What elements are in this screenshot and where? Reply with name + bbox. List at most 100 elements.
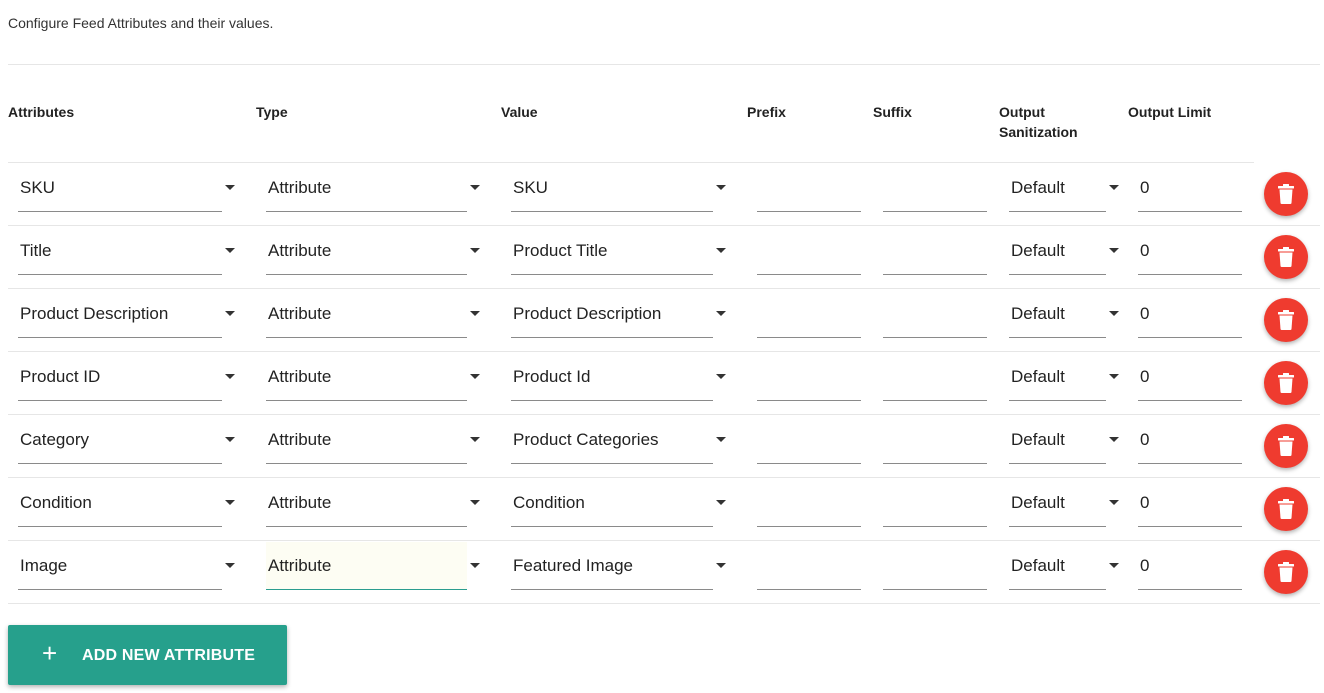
table-row: Image Attribute Featured Image Default 0 xyxy=(8,540,1320,603)
suffix-input[interactable] xyxy=(883,542,987,590)
dropdown-arrow-icon[interactable] xyxy=(225,185,235,190)
output-limit-input[interactable]: 0 xyxy=(1138,290,1242,338)
delete-row-button[interactable] xyxy=(1264,361,1308,405)
row-divider xyxy=(8,162,1254,163)
prefix-input[interactable] xyxy=(757,416,861,464)
type-select-value: Attribute xyxy=(268,304,332,323)
type-select-value: Attribute xyxy=(268,178,332,197)
sanitization-select[interactable]: Default xyxy=(1009,353,1119,401)
suffix-input[interactable] xyxy=(883,479,987,527)
output-limit-input[interactable]: 0 xyxy=(1138,416,1242,464)
sanitization-select[interactable]: Default xyxy=(1009,479,1119,527)
prefix-input[interactable] xyxy=(757,227,861,275)
sanitization-select-value: Default xyxy=(1011,556,1065,575)
dropdown-arrow-icon[interactable] xyxy=(716,185,726,190)
dropdown-arrow-icon[interactable] xyxy=(1109,563,1119,568)
dropdown-arrow-icon[interactable] xyxy=(470,437,480,442)
dropdown-arrow-icon[interactable] xyxy=(716,374,726,379)
dropdown-arrow-icon[interactable] xyxy=(1109,374,1119,379)
sanitization-select[interactable]: Default xyxy=(1009,290,1119,338)
sanitization-select[interactable]: Default xyxy=(1009,164,1119,212)
dropdown-arrow-icon[interactable] xyxy=(1109,500,1119,505)
trash-icon xyxy=(1278,184,1294,204)
suffix-input[interactable] xyxy=(883,227,987,275)
dropdown-arrow-icon[interactable] xyxy=(1109,248,1119,253)
prefix-input[interactable] xyxy=(757,290,861,338)
type-select[interactable]: Attribute xyxy=(266,416,480,464)
add-new-attribute-button[interactable]: + ADD NEW ATTRIBUTE xyxy=(8,625,287,685)
attribute-select-value: SKU xyxy=(20,178,55,197)
delete-row-button[interactable] xyxy=(1264,172,1308,216)
sanitization-select[interactable]: Default xyxy=(1009,227,1119,275)
sanitization-select-value: Default xyxy=(1011,241,1065,260)
output-limit-input[interactable]: 0 xyxy=(1138,164,1242,212)
dropdown-arrow-icon[interactable] xyxy=(225,437,235,442)
attribute-select[interactable]: SKU xyxy=(18,164,235,212)
value-select[interactable]: Product Title xyxy=(511,227,726,275)
dropdown-arrow-icon[interactable] xyxy=(470,311,480,316)
attribute-select[interactable]: Category xyxy=(18,416,235,464)
dropdown-arrow-icon[interactable] xyxy=(225,311,235,316)
value-select-value: Product Categories xyxy=(513,430,659,449)
trash-icon xyxy=(1278,562,1294,582)
dropdown-arrow-icon[interactable] xyxy=(1109,311,1119,316)
output-limit-input[interactable]: 0 xyxy=(1138,542,1242,590)
attribute-select[interactable]: Title xyxy=(18,227,235,275)
delete-row-button[interactable] xyxy=(1264,487,1308,531)
output-limit-input[interactable]: 0 xyxy=(1138,353,1242,401)
delete-row-button[interactable] xyxy=(1264,424,1308,468)
trash-icon xyxy=(1278,247,1294,267)
output-limit-input-value: 0 xyxy=(1140,493,1150,512)
dropdown-arrow-icon[interactable] xyxy=(716,437,726,442)
output-limit-input[interactable]: 0 xyxy=(1138,227,1242,275)
prefix-input[interactable] xyxy=(757,479,861,527)
attribute-select-value: Condition xyxy=(20,493,92,512)
dropdown-arrow-icon[interactable] xyxy=(1109,437,1119,442)
dropdown-arrow-icon[interactable] xyxy=(225,248,235,253)
type-select[interactable]: Attribute xyxy=(266,479,480,527)
type-select[interactable]: Attribute xyxy=(266,164,480,212)
dropdown-arrow-icon[interactable] xyxy=(470,563,480,568)
dropdown-arrow-icon[interactable] xyxy=(225,374,235,379)
header-output-sanitization-line2: Sanitization xyxy=(999,124,1078,140)
type-select[interactable]: Attribute xyxy=(266,227,480,275)
delete-row-button[interactable] xyxy=(1264,235,1308,279)
dropdown-arrow-icon[interactable] xyxy=(716,248,726,253)
suffix-input[interactable] xyxy=(883,164,987,212)
attribute-select[interactable]: Condition xyxy=(18,479,235,527)
value-select[interactable]: Condition xyxy=(511,479,726,527)
suffix-input[interactable] xyxy=(883,353,987,401)
value-select[interactable]: Product Categories xyxy=(511,416,726,464)
plus-icon: + xyxy=(42,638,58,668)
prefix-input[interactable] xyxy=(757,353,861,401)
attribute-select[interactable]: Product Description xyxy=(18,290,235,338)
dropdown-arrow-icon[interactable] xyxy=(716,500,726,505)
dropdown-arrow-icon[interactable] xyxy=(470,185,480,190)
value-select[interactable]: Product Id xyxy=(511,353,726,401)
type-select[interactable]: Attribute xyxy=(266,290,480,338)
delete-row-button[interactable] xyxy=(1264,550,1308,594)
value-select[interactable]: Product Description xyxy=(511,290,726,338)
dropdown-arrow-icon[interactable] xyxy=(470,248,480,253)
prefix-input[interactable] xyxy=(757,542,861,590)
dropdown-arrow-icon[interactable] xyxy=(470,500,480,505)
sanitization-select[interactable]: Default xyxy=(1009,416,1119,464)
type-select[interactable]: Attribute xyxy=(266,542,480,590)
value-select[interactable]: Featured Image xyxy=(511,542,726,590)
delete-row-button[interactable] xyxy=(1264,298,1308,342)
value-select[interactable]: SKU xyxy=(511,164,726,212)
attribute-select[interactable]: Image xyxy=(18,542,235,590)
type-select[interactable]: Attribute xyxy=(266,353,480,401)
suffix-input[interactable] xyxy=(883,290,987,338)
dropdown-arrow-icon[interactable] xyxy=(225,500,235,505)
prefix-input[interactable] xyxy=(757,164,861,212)
dropdown-arrow-icon[interactable] xyxy=(1109,185,1119,190)
sanitization-select[interactable]: Default xyxy=(1009,542,1119,590)
dropdown-arrow-icon[interactable] xyxy=(470,374,480,379)
suffix-input[interactable] xyxy=(883,416,987,464)
dropdown-arrow-icon[interactable] xyxy=(716,563,726,568)
output-limit-input[interactable]: 0 xyxy=(1138,479,1242,527)
attribute-select[interactable]: Product ID xyxy=(18,353,235,401)
dropdown-arrow-icon[interactable] xyxy=(716,311,726,316)
dropdown-arrow-icon[interactable] xyxy=(225,563,235,568)
